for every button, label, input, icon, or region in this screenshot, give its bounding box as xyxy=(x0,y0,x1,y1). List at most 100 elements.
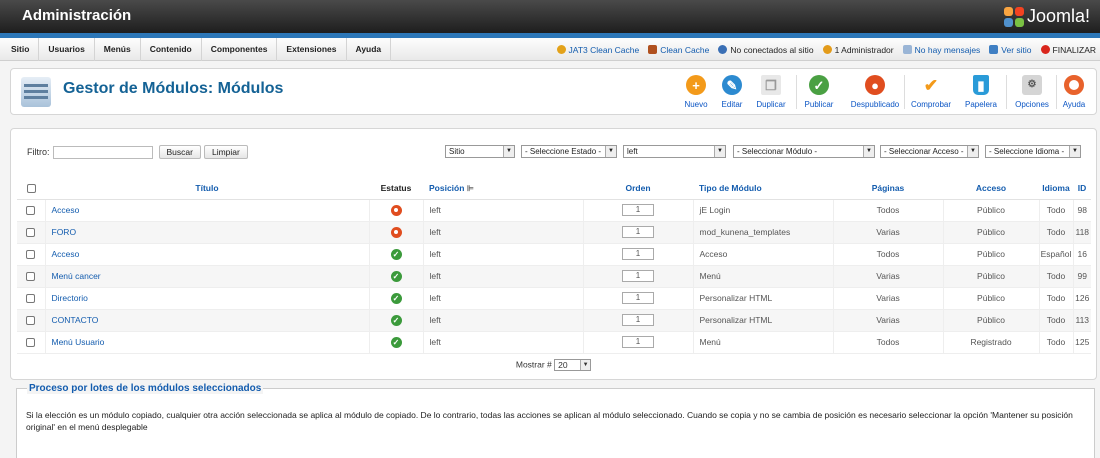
joomla-logo-icon xyxy=(1003,6,1024,27)
menu-sitio[interactable]: Sitio xyxy=(2,38,40,61)
row-checkbox[interactable] xyxy=(17,199,46,222)
menu-componentes[interactable]: Componentes xyxy=(202,38,278,61)
jat3-clean-cache-link[interactable]: JAT3 Clean Cache xyxy=(556,45,639,55)
sort-icon: ⊫ xyxy=(466,183,474,193)
col-order[interactable]: Orden xyxy=(583,177,693,200)
clean-cache-link[interactable]: Clean Cache xyxy=(648,45,709,55)
duplicate-button[interactable]: ❐ Duplicar xyxy=(744,74,798,109)
unpublish-button[interactable]: ● Despublicado xyxy=(844,74,906,109)
row-checkbox[interactable] xyxy=(17,309,46,332)
site-select[interactable]: Sitio ▼ xyxy=(445,145,515,158)
language-cell: Todo xyxy=(1039,199,1074,222)
row-checkbox[interactable] xyxy=(17,243,46,266)
col-type[interactable]: Tipo de Módulo xyxy=(693,177,833,200)
pager-select[interactable]: 20 ▼ xyxy=(554,359,592,371)
order-input[interactable]: 1 xyxy=(622,204,654,216)
row-checkbox[interactable] xyxy=(17,331,46,354)
status-toggle[interactable]: ✓ xyxy=(369,287,424,310)
type-cell: mod_kunena_templates xyxy=(693,221,834,244)
table-header: Título Estatus Posición ⊫ Orden Tipo de … xyxy=(17,177,1091,200)
row-title-cell: Menú Usuario xyxy=(45,331,370,354)
module-title-link[interactable]: FORO xyxy=(52,227,77,237)
filter-search-input[interactable] xyxy=(52,145,153,159)
module-title-link[interactable]: Acceso xyxy=(52,249,80,259)
pencil-icon: ✎ xyxy=(722,75,742,95)
trash-button[interactable]: ▮ Papelera xyxy=(954,74,1008,109)
module-title-link[interactable]: Menú cancer xyxy=(52,271,101,281)
clear-button[interactable]: Limpiar xyxy=(203,145,248,159)
col-id[interactable]: ID xyxy=(1073,177,1091,200)
row-checkbox[interactable] xyxy=(17,221,46,244)
user-icon xyxy=(718,45,728,54)
type-cell: Acceso xyxy=(693,243,834,266)
position-cell: left xyxy=(423,243,584,266)
select-all-checkbox[interactable] xyxy=(17,177,45,200)
menu-ayuda[interactable]: Ayuda xyxy=(347,38,392,61)
id-cell: 99 xyxy=(1073,265,1091,288)
publish-button[interactable]: ✓ Publicar xyxy=(792,74,846,109)
order-cell: 1 xyxy=(583,199,694,222)
menu-contenido[interactable]: Contenido xyxy=(141,38,202,61)
col-title[interactable]: Título xyxy=(45,177,369,200)
access-select[interactable]: - Seleccionar Acceso - ▼ xyxy=(880,145,979,158)
col-language[interactable]: Idioma xyxy=(1039,177,1073,200)
language-cell: Todo xyxy=(1039,309,1074,332)
module-title-link[interactable]: Directorio xyxy=(52,293,88,303)
order-input[interactable]: 1 xyxy=(622,314,654,326)
chevron-down-icon: ▼ xyxy=(714,146,725,157)
checkin-button[interactable]: ✔ Comprobar xyxy=(904,74,958,110)
status-toggle[interactable]: ✓ xyxy=(369,331,424,354)
menu-menus[interactable]: Menús xyxy=(95,38,141,61)
id-cell: 98 xyxy=(1073,199,1091,222)
pagination: Mostrar # 20 ▼ xyxy=(11,359,1096,371)
id-cell: 16 xyxy=(1073,243,1091,266)
pages-cell: Varias xyxy=(833,221,944,244)
id-cell: 125 xyxy=(1073,331,1091,354)
language-select[interactable]: - Seleccione Idioma - ▼ xyxy=(985,145,1081,158)
plus-icon: + xyxy=(686,75,706,95)
order-input[interactable]: 1 xyxy=(622,336,654,348)
row-checkbox[interactable] xyxy=(17,287,46,310)
state-select[interactable]: - Seleccione Estado - ▼ xyxy=(521,145,617,158)
joomla-logo-text: Joomla! xyxy=(1026,6,1090,26)
col-position[interactable]: Posición ⊫ xyxy=(423,177,583,200)
menu-extensiones[interactable]: Extensiones xyxy=(277,38,347,61)
module-title-link[interactable]: CONTACTO xyxy=(52,315,99,325)
joomla-logo[interactable]: Joomla! xyxy=(1003,6,1090,27)
language-cell: Todo xyxy=(1039,221,1074,244)
status-bar: JAT3 Clean Cache Clean Cache No conectad… xyxy=(556,38,1096,61)
row-checkbox[interactable] xyxy=(17,265,46,288)
menu-usuarios[interactable]: Usuarios xyxy=(39,38,95,61)
position-select[interactable]: left ▼ xyxy=(623,145,726,158)
type-cell: Personalizar HTML xyxy=(693,309,834,332)
status-toggle[interactable]: ✓ xyxy=(369,265,424,288)
copy-icon: ❐ xyxy=(761,75,781,95)
search-button[interactable]: Buscar xyxy=(158,145,201,159)
col-access[interactable]: Acceso xyxy=(943,177,1039,200)
order-cell: 1 xyxy=(583,331,694,354)
published-icon: ✓ xyxy=(390,270,402,282)
logout-link[interactable]: FINALIZAR xyxy=(1040,45,1096,55)
position-cell: left xyxy=(423,287,584,310)
no-connected-status: No conectados al sitio xyxy=(718,45,814,55)
status-toggle[interactable] xyxy=(369,221,424,244)
module-title-link[interactable]: Menú Usuario xyxy=(52,337,105,347)
batch-fieldset: Proceso por lotes de los módulos selecci… xyxy=(16,383,1095,458)
order-input[interactable]: 1 xyxy=(622,270,654,282)
module-select[interactable]: - Seleccionar Módulo - ▼ xyxy=(733,145,875,158)
order-input[interactable]: 1 xyxy=(622,292,654,304)
status-toggle[interactable] xyxy=(369,199,424,222)
type-cell: jE Login xyxy=(693,199,834,222)
module-title-link[interactable]: Acceso xyxy=(52,205,80,215)
col-status[interactable]: Estatus xyxy=(369,177,423,200)
status-toggle[interactable]: ✓ xyxy=(369,243,424,266)
order-input[interactable]: 1 xyxy=(622,248,654,260)
position-cell: left xyxy=(423,309,584,332)
help-button[interactable]: Ayuda xyxy=(1051,74,1097,109)
status-toggle[interactable]: ✓ xyxy=(369,309,424,332)
order-input[interactable]: 1 xyxy=(622,226,654,238)
pages-cell: Varias xyxy=(833,287,944,310)
messages-link[interactable]: No hay mensajes xyxy=(902,45,980,55)
col-pages[interactable]: Páginas xyxy=(833,177,943,200)
view-site-link[interactable]: Ver sitio xyxy=(989,45,1032,55)
